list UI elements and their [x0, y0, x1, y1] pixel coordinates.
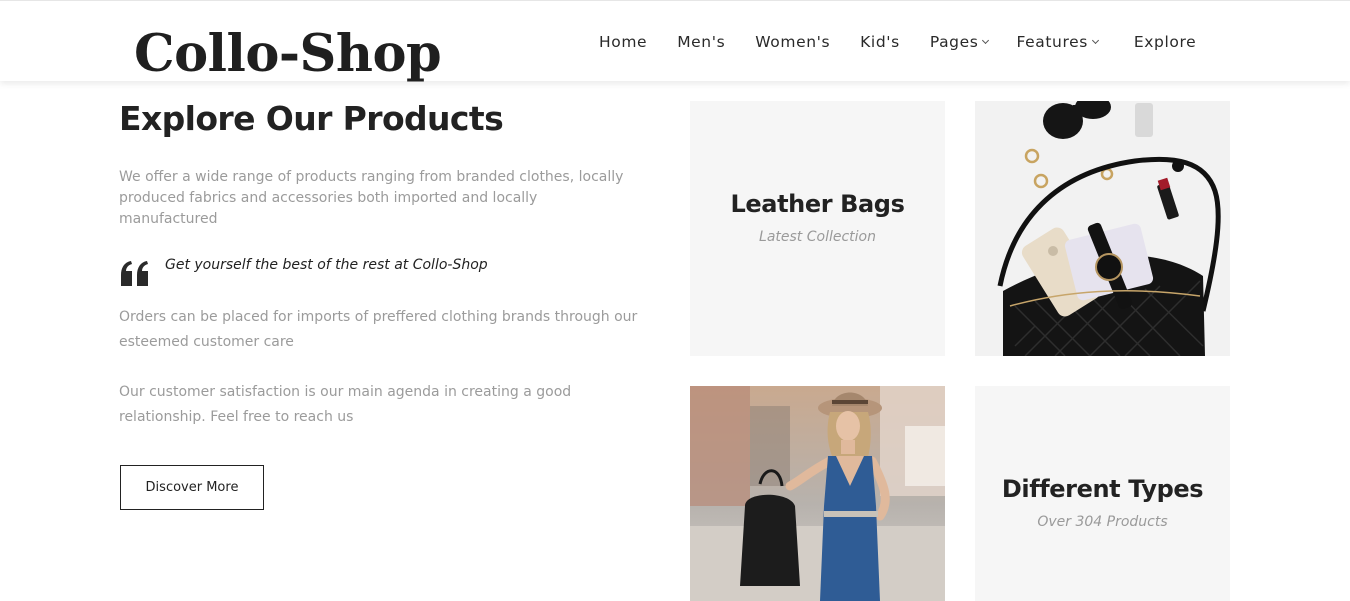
nav-explore[interactable]: Explore: [1134, 32, 1196, 52]
section-title: Explore Our Products: [119, 99, 504, 138]
nav-pages-label: Pages: [929, 33, 979, 51]
satisfaction-paragraph: Our customer satisfaction is our main ag…: [119, 384, 572, 425]
model-photo-illustration: [690, 386, 945, 601]
nav-pages[interactable]: Pages: [929, 32, 990, 52]
nav-features-label: Features: [1016, 33, 1088, 51]
nav-explore-label: Explore: [1133, 33, 1197, 51]
perfume-bottle-shape: [1135, 103, 1153, 137]
nav-womens-label: Women's: [755, 33, 831, 51]
bag-accessories-image[interactable]: [975, 101, 1230, 356]
nav-mens[interactable]: Men's: [677, 32, 725, 52]
site-logo[interactable]: Collo-Shop: [134, 23, 442, 85]
chevron-down-icon: [1091, 36, 1099, 45]
chevron-down-icon: [982, 36, 990, 45]
different-types-tile[interactable]: Different Types Over 304 Products: [975, 386, 1230, 601]
different-types-subtitle: Over 304 Products: [1037, 514, 1168, 530]
main-nav: Home Men's Women's Kid's Pages Features …: [599, 32, 1196, 52]
nav-home[interactable]: Home: [599, 32, 647, 52]
leather-bags-tile[interactable]: Leather Bags Latest Collection: [690, 101, 945, 356]
intro-text: We offer a wide range of products rangin…: [119, 169, 624, 227]
quote-icon: [121, 261, 148, 286]
fashion-model-image[interactable]: [690, 386, 945, 601]
nav-womens[interactable]: Women's: [755, 32, 830, 52]
nav-mens-label: Men's: [677, 33, 726, 51]
quote-text: Get yourself the best of the rest at Col…: [165, 257, 488, 273]
leather-bags-subtitle: Latest Collection: [759, 229, 876, 245]
site-header: Collo-Shop Home Men's Women's Kid's Page…: [0, 0, 1350, 84]
nav-kids[interactable]: Kid's: [860, 32, 900, 52]
bag-photo-illustration: [975, 101, 1230, 356]
nav-features[interactable]: Features: [1016, 32, 1099, 52]
orders-paragraph: Orders can be placed for imports of pref…: [119, 309, 638, 350]
nav-kids-label: Kid's: [860, 33, 900, 51]
nav-home-label: Home: [599, 33, 648, 51]
discover-more-button[interactable]: Discover More: [120, 465, 264, 510]
different-types-title: Different Types: [1001, 475, 1204, 503]
leather-bags-title: Leather Bags: [730, 190, 905, 218]
